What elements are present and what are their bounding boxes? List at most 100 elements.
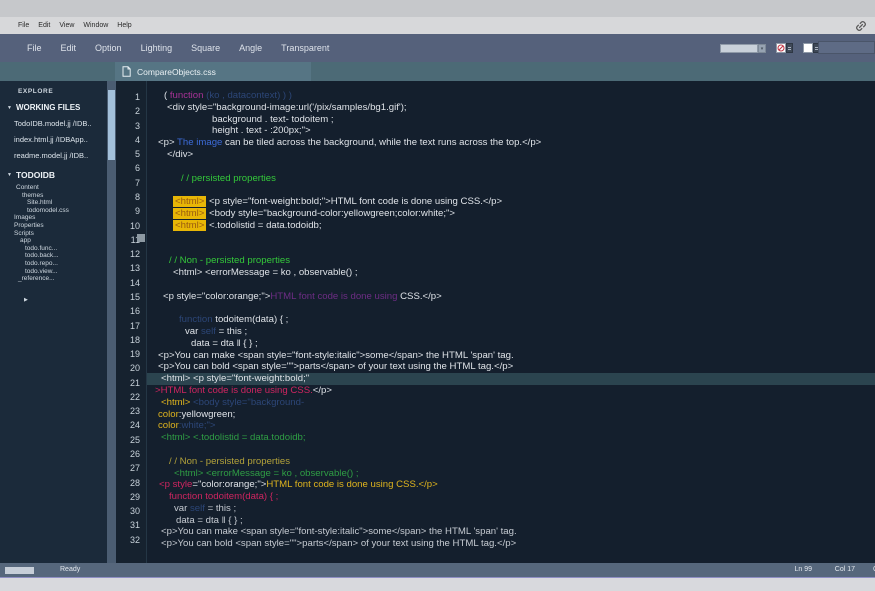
menubar-item-view[interactable]: View	[59, 22, 74, 29]
working-file-item[interactable]: TodoIDB.model.jj /IDB..	[14, 119, 107, 128]
triangle-collapsed-icon[interactable]: ▶	[24, 297, 107, 303]
tree-item-themes[interactable]: themes	[0, 192, 107, 200]
size-dropdown-field[interactable]	[720, 44, 758, 53]
toolbar-item-lighting[interactable]: Lighting	[141, 43, 173, 53]
size-dropdown[interactable]: ▾	[720, 44, 766, 53]
no-color-swatch[interactable]	[776, 43, 793, 53]
code-line[interactable]: var self = this ;	[147, 503, 875, 515]
code-line[interactable]: <p>You can make <span style="font-style:…	[147, 350, 875, 362]
tree-item-scripts[interactable]: Scripts	[0, 230, 107, 238]
code-line[interactable]: height . text - :200px;">	[147, 125, 875, 137]
code-line[interactable]: <html> <p style="font-weight:bold;"	[147, 373, 875, 385]
code-line[interactable]: <html> <.todolistid = data.todoidb;	[147, 220, 875, 232]
chevron-down-icon[interactable]: ▾	[758, 44, 766, 53]
working-file-item[interactable]: index.html.jj /IDBApp..	[14, 135, 107, 144]
code-line[interactable]	[147, 161, 875, 173]
code-token: <html>	[173, 208, 206, 219]
code-token: <html> <.todolistid = data.todoidb;	[161, 432, 306, 443]
working-files-header[interactable]: ▼ WORKING FILES	[7, 103, 107, 112]
code-line[interactable]	[147, 184, 875, 196]
tree-item-todo-func-[interactable]: todo.func...	[0, 245, 107, 253]
toolbar-item-edit[interactable]: Edit	[61, 43, 77, 53]
code-line[interactable]: </div>	[147, 149, 875, 161]
menubar-item-window[interactable]: Window	[83, 22, 108, 29]
code-line[interactable]: <p>You can make <span style="font-style:…	[147, 526, 875, 538]
code-token: <html> <errorMessage = ko , observable()…	[173, 267, 358, 278]
todoidb-header[interactable]: ▼ TODOIDB	[7, 170, 107, 180]
white-color-box[interactable]	[803, 43, 813, 53]
code-line[interactable]: background . text- todoitem ;	[147, 114, 875, 126]
toolbar-item-option[interactable]: Option	[95, 43, 122, 53]
code-line[interactable]: <html> <body style="background-color:yel…	[147, 208, 875, 220]
tree-item-site-html[interactable]: Site.html	[0, 199, 107, 207]
code-line[interactable]: <p style="color:orange;">HTML font code …	[147, 479, 875, 491]
menubar-item-edit[interactable]: Edit	[38, 22, 50, 29]
code-line[interactable]: ( function (ko , datacontext) ) )	[147, 90, 875, 102]
code-line[interactable]	[147, 302, 875, 314]
toolbar-item-file[interactable]: File	[27, 43, 42, 53]
code-line[interactable]: >HTML font code is done using CSS.</p>	[147, 385, 875, 397]
code-line[interactable]: <html> <.todolistid = data.todoidb;	[147, 432, 875, 444]
code-line[interactable]: function todoitem(data) { ;	[147, 314, 875, 326]
tree-item-todo-view-[interactable]: todo.view...	[0, 268, 107, 276]
no-color-icon[interactable]	[776, 43, 786, 53]
code-line[interactable]: <div style="background-image:url('/pix/s…	[147, 102, 875, 114]
working-file-item[interactable]: readme.model.jj /IDB..	[14, 151, 107, 160]
tree-item--reference-[interactable]: _reference...	[0, 275, 107, 283]
code-token: = this ;	[205, 503, 236, 514]
code-line[interactable]	[147, 444, 875, 456]
tree-item-content[interactable]: Content	[0, 184, 107, 192]
code-token: <p>	[158, 137, 177, 148]
tab-compareobjects[interactable]: CompareObjects.css	[115, 62, 311, 81]
code-line[interactable]	[147, 279, 875, 291]
menubar-item-file[interactable]: File	[18, 22, 29, 29]
code-line[interactable]: / / persisted properties	[147, 173, 875, 185]
code-line[interactable]: <html> <p style="font-weight:bold;">HTML…	[147, 196, 875, 208]
stepper-icon[interactable]	[786, 43, 793, 53]
window-titlebar	[0, 0, 875, 17]
code-line[interactable]: <p>You can bold <span style="">parts</sp…	[147, 361, 875, 373]
code-token: </div>	[167, 149, 193, 160]
explorer-sidebar: EXPLORE ▼ WORKING FILES TodoIDB.model.jj…	[0, 81, 107, 563]
menubar-item-help[interactable]: Help	[117, 22, 131, 29]
link-icon[interactable]	[855, 20, 867, 32]
sidebar-scrollbar[interactable]	[107, 81, 116, 563]
toolbar-right-input[interactable]	[818, 41, 875, 54]
tree-item-properties[interactable]: Properties	[0, 222, 107, 230]
tree-item-images[interactable]: Images	[0, 214, 107, 222]
code-line[interactable]	[147, 243, 875, 255]
tree-item-app[interactable]: app	[0, 237, 107, 245]
code-line[interactable]: var self = this ;	[147, 326, 875, 338]
breakpoint-marker[interactable]	[137, 234, 145, 242]
toolbar-item-angle[interactable]: Angle	[239, 43, 262, 53]
tree-item-todomodel-css[interactable]: todomodel.css	[0, 207, 107, 215]
line-number: 31	[116, 518, 140, 532]
code-token: <p>You can make <span style="font-style:…	[158, 350, 514, 361]
triangle-expanded-icon: ▼	[7, 105, 12, 111]
scrollbar-thumb[interactable]	[108, 90, 115, 160]
code-line[interactable]: function todoitem(data) { ;	[147, 491, 875, 503]
code-line[interactable]: <html> <errorMessage = ko , observable()…	[147, 468, 875, 480]
code-line[interactable]	[147, 232, 875, 244]
code-line[interactable]: data = dta ‖ { } ;	[147, 338, 875, 350]
toolbar-item-transparent[interactable]: Transparent	[281, 43, 329, 53]
line-number: 15	[116, 290, 140, 304]
code-token: / / Non - persisted properties	[169, 255, 290, 266]
tree-item-todo-repo-[interactable]: todo.repo...	[0, 260, 107, 268]
code-line[interactable]: <html> <body style="background-	[147, 397, 875, 409]
code-pane[interactable]: ( function (ko , datacontext) ) )<div st…	[147, 81, 875, 563]
code-line[interactable]: / / Non - persisted properties	[147, 255, 875, 267]
code-line[interactable]: <html> <errorMessage = ko , observable()…	[147, 267, 875, 279]
code-line[interactable]: <p>You can bold <span style="">parts</sp…	[147, 538, 875, 550]
line-number: 5	[116, 147, 140, 161]
code-line[interactable]: color:yellowgreen;	[147, 409, 875, 421]
code-line[interactable]: data = dta ‖ { } ;	[147, 515, 875, 527]
code-line[interactable]: color:white;">	[147, 420, 875, 432]
code-line[interactable]: / / Non - persisted properties	[147, 456, 875, 468]
code-line[interactable]: <p style="color:orange;">HTML font code …	[147, 291, 875, 303]
code-token: <div style="background-image:url('/pix/s…	[167, 102, 407, 113]
toolbar-item-square[interactable]: Square	[191, 43, 220, 53]
tree-item-todo-back-[interactable]: todo.back...	[0, 252, 107, 260]
code-token: = this ;	[216, 326, 247, 337]
code-line[interactable]: <p> The image can be tiled across the ba…	[147, 137, 875, 149]
